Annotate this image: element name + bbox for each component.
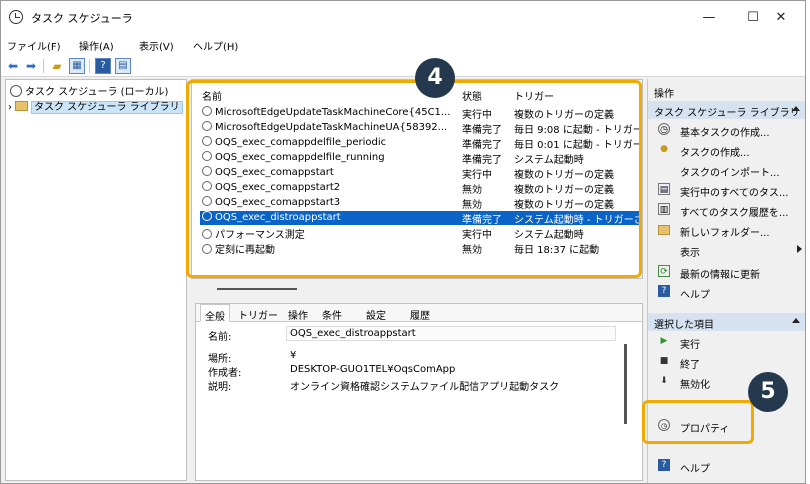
- action-label: タスクのインポート...: [680, 168, 780, 179]
- help-icon[interactable]: ?: [95, 58, 111, 74]
- author-label: 作成者:: [208, 368, 242, 379]
- action-label: ヘルプ: [680, 464, 710, 475]
- step4-badge: 4: [415, 58, 455, 98]
- folder-icon: [15, 101, 28, 111]
- tree-root-label: タスク スケジューラ (ローカル): [25, 87, 169, 98]
- collapse-caret-icon[interactable]: [792, 318, 800, 323]
- tab-conditions[interactable]: 条件: [322, 307, 342, 322]
- menu-action[interactable]: 操作(A): [79, 38, 114, 53]
- scrollbar-thumb[interactable]: [217, 288, 297, 290]
- menu-file[interactable]: ファイル(F): [7, 38, 61, 53]
- author-value: DESKTOP-GUO1TEL¥OqsComApp: [290, 364, 456, 375]
- history-icon: ▥: [658, 203, 670, 215]
- folder-up-icon[interactable]: ▰: [49, 58, 65, 74]
- step5-badge: 5: [748, 372, 788, 412]
- refresh-icon: ⟳: [658, 265, 670, 277]
- minimize-button[interactable]: —: [687, 5, 731, 31]
- menu-bar: ファイル(F) 操作(A) 表示(V) ヘルプ(H): [1, 35, 805, 55]
- action-create-task[interactable]: ● タスクの作成...: [648, 141, 805, 159]
- action-view[interactable]: 表示: [648, 241, 805, 259]
- details-tabs: 全般 トリガー 操作 条件 設定 履歴: [196, 304, 642, 323]
- tree-item-root[interactable]: タスク スケジューラ (ローカル): [10, 83, 168, 98]
- action-refresh[interactable]: ⟳ 最新の情報に更新: [648, 263, 805, 281]
- new-folder-icon: [658, 225, 670, 235]
- vertical-scrollbar[interactable]: [624, 344, 627, 424]
- show-hide-console-tree-icon[interactable]: ▦: [69, 58, 85, 74]
- submenu-arrow-icon: [797, 245, 802, 253]
- action-label: 実行中のすべてのタス...: [680, 188, 789, 199]
- library-section-header[interactable]: タスク スケジューラ ライブラリ: [648, 101, 805, 119]
- step4-highlight-box: [186, 80, 642, 278]
- action-label: 無効化: [680, 380, 710, 391]
- run-icon: ▶: [660, 336, 668, 346]
- action-label: タスクの作成...: [680, 148, 750, 159]
- location-value: ¥: [290, 350, 297, 361]
- action-label: 表示: [680, 248, 700, 259]
- window-title: タスク スケジューラ: [31, 12, 133, 25]
- library-section-label: タスク スケジューラ ライブラリ: [654, 108, 800, 119]
- tab-history[interactable]: 履歴: [410, 307, 430, 322]
- clock-icon: [10, 85, 22, 97]
- toolbar-separator: [43, 59, 44, 73]
- tab-actions[interactable]: 操作: [288, 307, 308, 322]
- expand-chevron-icon[interactable]: ›: [8, 102, 12, 113]
- toolbar: ⬅ ➡ ▰ ▦ ? ▤: [1, 55, 805, 77]
- task-details-panel: 全般 トリガー 操作 条件 設定 履歴 名前: OQS_exec_distroa…: [195, 303, 643, 481]
- action-end[interactable]: ■ 終了: [648, 353, 805, 371]
- actions-header: 操作: [654, 89, 674, 100]
- action-new-folder[interactable]: 新しいフォルダー...: [648, 221, 805, 239]
- title-bar: タスク スケジューラ — ☐ ✕: [1, 1, 805, 35]
- selected-section-label: 選択した項目: [654, 320, 714, 331]
- tree-item-library[interactable]: › タスク スケジューラ ライブラリ: [8, 98, 183, 114]
- tab-general[interactable]: 全般: [200, 304, 230, 323]
- forward-arrow-icon[interactable]: ➡: [23, 58, 39, 74]
- action-create-basic-task[interactable]: ◷ 基本タスクの作成...: [648, 121, 805, 139]
- action-label: 実行: [680, 340, 700, 351]
- action-label: 終了: [680, 360, 700, 371]
- running-tasks-icon: ▤: [658, 183, 670, 195]
- action-import-task[interactable]: タスクのインポート...: [648, 161, 805, 179]
- toolbar-separator: [89, 59, 90, 73]
- close-button[interactable]: ✕: [759, 5, 803, 31]
- horizontal-scrollbar[interactable]: [193, 282, 639, 296]
- console-tree: タスク スケジューラ (ローカル) › タスク スケジューラ ライブラリ: [5, 79, 187, 481]
- name-label: 名前:: [208, 332, 232, 343]
- back-arrow-icon[interactable]: ⬅: [5, 58, 21, 74]
- task-scheduler-clock-icon: [9, 10, 23, 24]
- action-help[interactable]: ? ヘルプ: [648, 283, 805, 301]
- name-value[interactable]: OQS_exec_distroappstart: [290, 328, 416, 339]
- description-label: 説明:: [208, 382, 232, 393]
- step5-highlight-box: [642, 400, 754, 444]
- action-label: ヘルプ: [680, 290, 710, 301]
- action-help-selected[interactable]: ? ヘルプ: [648, 457, 805, 475]
- selected-item-section-header[interactable]: 選択した項目: [648, 313, 805, 331]
- action-display-running-tasks[interactable]: ▤ 実行中のすべてのタス...: [648, 181, 805, 199]
- help-icon: ?: [658, 459, 670, 471]
- stop-icon: ■: [659, 356, 669, 366]
- action-label: 最新の情報に更新: [680, 270, 760, 281]
- tab-triggers[interactable]: トリガー: [238, 307, 278, 322]
- disable-icon: ⬇: [660, 376, 668, 386]
- basic-task-icon: ◷: [658, 123, 670, 135]
- create-task-icon: ●: [660, 144, 668, 154]
- action-run[interactable]: ▶ 実行: [648, 333, 805, 351]
- menu-help[interactable]: ヘルプ(H): [193, 38, 238, 53]
- menu-view[interactable]: 表示(V): [139, 38, 174, 53]
- action-label: 基本タスクの作成...: [680, 128, 770, 139]
- tree-library-label: タスク スケジューラ ライブラリ: [31, 101, 183, 114]
- tab-settings[interactable]: 設定: [366, 307, 386, 322]
- collapse-caret-icon[interactable]: [792, 106, 800, 111]
- action-enable-history[interactable]: ▥ すべてのタスク履歴を...: [648, 201, 805, 219]
- help-icon: ?: [658, 285, 670, 297]
- action-label: すべてのタスク履歴を...: [680, 208, 789, 219]
- action-label: 新しいフォルダー...: [680, 228, 770, 239]
- location-label: 場所:: [208, 354, 232, 365]
- description-value[interactable]: オンライン資格確認システムファイル配信アプリ起動タスク: [290, 378, 559, 393]
- show-action-pane-icon[interactable]: ▤: [115, 58, 131, 74]
